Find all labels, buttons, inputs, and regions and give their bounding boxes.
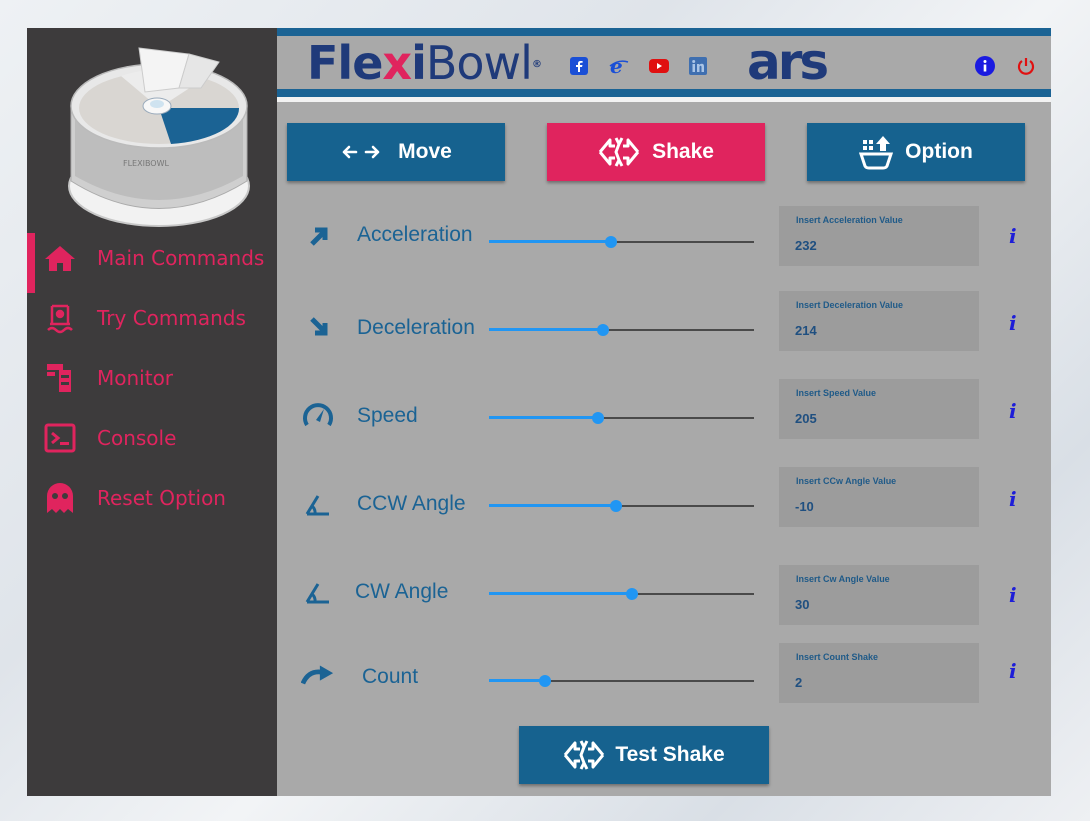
field-placeholder: Insert Acceleration Value <box>796 215 903 225</box>
sidebar-item-label: Console <box>97 426 177 450</box>
main-panel: FlexiBowl® e ars Move Shake Option Accel… <box>277 28 1051 796</box>
redo-arrow-icon <box>301 659 335 691</box>
field-placeholder: Insert CCw Angle Value <box>796 476 897 486</box>
field-value: 232 <box>795 238 817 253</box>
try-commands-icon <box>43 301 77 335</box>
deceleration-input[interactable]: Insert Deceleration Value 214 <box>779 291 979 351</box>
acceleration-input[interactable]: Insert Acceleration Value 232 <box>779 206 979 266</box>
sidebar-item-label: Monitor <box>97 366 174 390</box>
acceleration-info-icon[interactable]: i <box>1009 224 1017 248</box>
flexibowl-logo: FlexiBowl® <box>307 36 542 90</box>
option-icon <box>859 134 894 170</box>
field-placeholder: Insert Cw Angle Value <box>796 574 890 584</box>
ars-logo: ars <box>747 33 829 91</box>
param-row-count: Count Insert Count Shake 2 i <box>277 643 1051 703</box>
youtube-icon[interactable] <box>649 56 669 76</box>
angle-icon <box>301 577 335 609</box>
tab-label: Move <box>398 140 452 163</box>
param-row-acceleration: Acceleration Insert Acceleration Value 2… <box>277 206 1051 266</box>
sidebar-item-try-commands[interactable]: Try Commands <box>27 293 277 343</box>
header-bottom-bar <box>277 89 1051 97</box>
ghost-icon <box>43 481 77 515</box>
acceleration-slider[interactable] <box>489 234 754 250</box>
deceleration-info-icon[interactable]: i <box>1009 311 1017 335</box>
field-placeholder: Insert Count Shake <box>796 652 879 662</box>
home-icon <box>43 241 77 275</box>
field-placeholder: Insert Speed Value <box>796 388 877 398</box>
param-label: CW Angle <box>355 580 449 603</box>
linkedin-icon[interactable] <box>688 56 708 76</box>
sidebar-item-reset-option[interactable]: Reset Option <box>27 473 277 523</box>
field-value: 214 <box>795 323 817 338</box>
field-value: 2 <box>795 675 803 690</box>
sidebar-item-label: Main Commands <box>97 246 265 270</box>
flexibowl-machine-image: FLEXIBOWL <box>68 47 250 227</box>
sidebar-item-console[interactable]: Console <box>27 413 277 463</box>
tab-label: Option <box>905 140 973 163</box>
param-row-cw-angle: CW Angle Insert Cw Angle Value 30 i <box>277 565 1051 625</box>
speedometer-icon <box>301 399 335 431</box>
header-divider <box>277 97 1051 102</box>
speed-info-icon[interactable]: i <box>1009 399 1017 423</box>
tab-option[interactable]: Option <box>807 123 1025 181</box>
param-label: Speed <box>357 404 418 427</box>
ccw-angle-info-icon[interactable]: i <box>1009 487 1017 511</box>
tab-move[interactable]: Move <box>287 123 505 181</box>
test-shake-button[interactable]: Test Shake <box>519 726 769 784</box>
svg-text:FLEXIBOWL: FLEXIBOWL <box>123 159 170 168</box>
info-icon[interactable] <box>975 56 995 76</box>
param-label: Count <box>362 665 419 688</box>
param-row-deceleration: Deceleration Insert Deceleration Value 2… <box>277 291 1051 351</box>
angle-icon <box>301 489 335 521</box>
cw-angle-input[interactable]: Insert Cw Angle Value 30 <box>779 565 979 625</box>
shake-icon <box>598 135 640 169</box>
power-icon[interactable] <box>1016 56 1036 76</box>
field-value: 205 <box>795 411 817 426</box>
param-row-speed: Speed Insert Speed Value 205 i <box>277 379 1051 439</box>
count-slider[interactable] <box>489 673 754 689</box>
speed-input[interactable]: Insert Speed Value 205 <box>779 379 979 439</box>
console-icon <box>43 421 77 455</box>
cw-angle-slider[interactable] <box>489 586 754 602</box>
tab-shake[interactable]: Shake <box>547 123 765 181</box>
field-value: 30 <box>795 597 810 612</box>
param-label: Acceleration <box>357 223 473 246</box>
ie-icon[interactable]: e <box>609 56 629 76</box>
ccw-angle-slider[interactable] <box>489 498 754 514</box>
sidebar-item-label: Try Commands <box>97 306 246 330</box>
arrows-left-right-icon <box>340 142 386 162</box>
svg-text:e: e <box>610 57 623 75</box>
count-info-icon[interactable]: i <box>1009 659 1017 683</box>
arrow-up-right-icon <box>301 220 335 252</box>
sidebar-item-label: Reset Option <box>97 486 226 510</box>
sidebar-item-monitor[interactable]: Monitor <box>27 353 277 403</box>
app-window: FLEXIBOWL Main Commands Try Commands Mon… <box>27 28 1051 796</box>
header-top-bar <box>277 28 1051 36</box>
header: FlexiBowl® e ars <box>277 28 1051 104</box>
ccw-angle-input[interactable]: Insert CCw Angle Value -10 <box>779 467 979 527</box>
sidebar: FLEXIBOWL Main Commands Try Commands Mon… <box>27 28 277 796</box>
field-value: -10 <box>795 499 814 514</box>
speed-slider[interactable] <box>489 410 754 426</box>
tab-label: Shake <box>652 140 714 163</box>
facebook-icon[interactable] <box>569 56 589 76</box>
param-row-ccw-angle: CCW Angle Insert CCw Angle Value -10 i <box>277 467 1051 527</box>
cw-angle-info-icon[interactable]: i <box>1009 583 1017 607</box>
sidebar-item-main-commands[interactable]: Main Commands <box>27 233 277 293</box>
param-label: CCW Angle <box>357 492 466 515</box>
deceleration-slider[interactable] <box>489 322 754 338</box>
field-placeholder: Insert Deceleration Value <box>796 300 904 310</box>
arrow-down-right-icon <box>301 311 335 343</box>
count-input[interactable]: Insert Count Shake 2 <box>779 643 979 703</box>
test-shake-label: Test Shake <box>615 743 725 766</box>
shake-icon <box>563 738 605 772</box>
param-label: Deceleration <box>357 316 475 339</box>
monitor-icon <box>43 361 77 395</box>
